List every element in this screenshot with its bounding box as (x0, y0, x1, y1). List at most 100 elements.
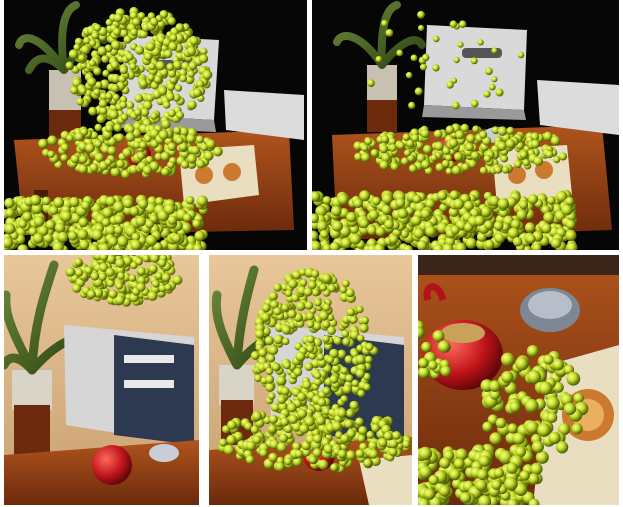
ball (337, 193, 349, 205)
ball (565, 196, 575, 206)
ball (81, 200, 91, 210)
ball (166, 82, 176, 91)
ball (98, 272, 107, 281)
ball (287, 309, 297, 319)
ball (306, 344, 315, 353)
ball (316, 353, 325, 361)
ball (448, 138, 459, 148)
ball (317, 397, 327, 407)
ball (167, 142, 177, 151)
ball (147, 291, 158, 301)
ball (397, 141, 405, 150)
ball (187, 153, 197, 164)
ball (527, 194, 539, 205)
ball (219, 438, 228, 447)
ball (330, 463, 339, 472)
ball (284, 457, 293, 466)
ball (293, 367, 303, 377)
ball (453, 198, 465, 210)
ball (273, 307, 282, 316)
ball (93, 24, 102, 32)
ball (94, 139, 103, 148)
ball (90, 271, 100, 281)
ball (142, 165, 153, 175)
ball (356, 305, 364, 314)
ball (137, 12, 146, 20)
ball (110, 60, 120, 70)
ball (563, 402, 577, 416)
ball (297, 392, 307, 402)
ball (65, 61, 74, 70)
ball (129, 62, 137, 71)
ball (445, 125, 455, 134)
ball (107, 146, 117, 156)
ball (497, 141, 507, 151)
ball (114, 225, 123, 235)
ball (533, 156, 544, 166)
ball (340, 367, 349, 375)
ball (367, 79, 375, 87)
ball (259, 448, 268, 458)
ball (108, 236, 118, 247)
ball (379, 144, 389, 154)
scene-teapot-closeup (418, 255, 619, 505)
ball (194, 230, 205, 242)
ball (57, 231, 69, 243)
ball (200, 47, 208, 56)
ball (157, 258, 167, 268)
ball (276, 376, 286, 386)
ball (311, 288, 320, 297)
ball (116, 159, 125, 169)
ball (79, 86, 87, 95)
ball (110, 167, 121, 177)
ball (519, 470, 530, 481)
ball (136, 151, 146, 160)
ball (147, 73, 155, 82)
ball (272, 363, 281, 372)
ball (561, 204, 573, 216)
ball (93, 67, 102, 76)
ball (515, 357, 529, 371)
ball (495, 417, 507, 429)
ball (114, 214, 124, 225)
ball (497, 198, 509, 210)
ball (261, 312, 271, 322)
ball (145, 219, 155, 229)
ball (312, 448, 322, 458)
ball (180, 160, 190, 169)
ball (450, 225, 460, 235)
ball (460, 492, 472, 504)
ball (470, 151, 480, 160)
ball (319, 283, 327, 292)
ball (280, 417, 290, 427)
ball (280, 386, 290, 396)
ball (315, 415, 326, 426)
ball (363, 458, 373, 468)
ball (78, 217, 89, 228)
ball (129, 206, 140, 216)
ball (345, 374, 354, 383)
ball (341, 329, 350, 338)
ball (331, 421, 342, 432)
ball (137, 198, 149, 209)
ball (359, 323, 369, 333)
ball (115, 295, 125, 305)
ball (319, 310, 329, 321)
ball (418, 446, 433, 461)
ball (33, 216, 45, 227)
ball (5, 208, 15, 218)
ball (565, 219, 576, 230)
ball (366, 430, 375, 439)
ball (144, 135, 152, 143)
ball (106, 279, 115, 288)
ball (449, 20, 458, 28)
ball (545, 150, 554, 159)
ball (160, 151, 170, 161)
ball (346, 429, 356, 439)
ball (355, 368, 365, 379)
ball (464, 222, 473, 232)
ball (76, 97, 85, 106)
ball (438, 485, 451, 497)
ball (155, 272, 163, 280)
ball (419, 63, 427, 71)
